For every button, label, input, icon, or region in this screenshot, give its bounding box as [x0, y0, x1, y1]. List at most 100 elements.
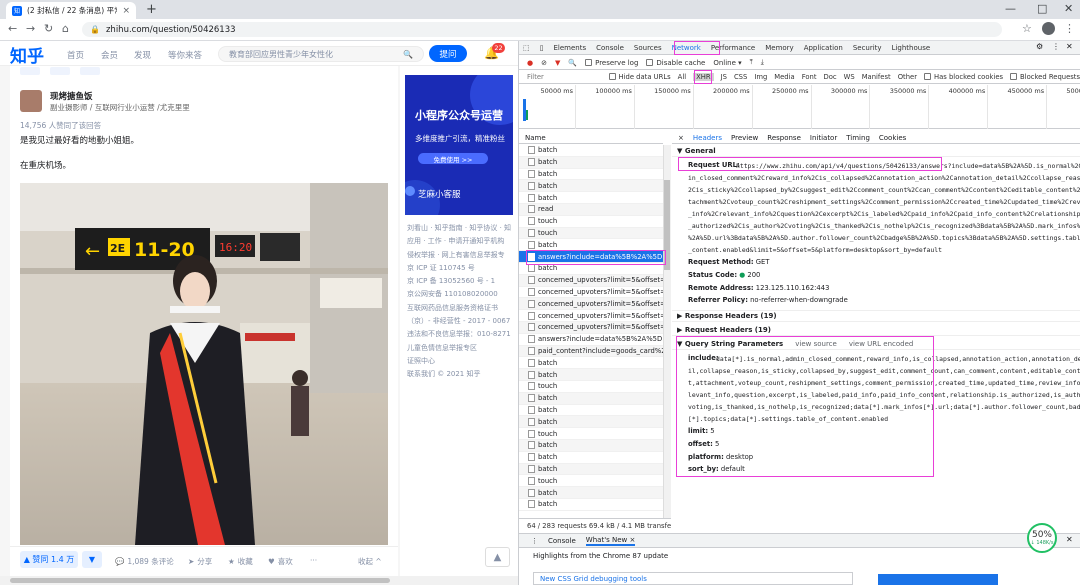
ad-button[interactable]: 免费使用 >>: [418, 153, 488, 164]
topic-tag[interactable]: [20, 67, 40, 75]
request-row[interactable]: touch: [519, 381, 663, 393]
profile-avatar[interactable]: [1042, 22, 1055, 35]
blocked-cookies-checkbox[interactable]: Has blocked cookies: [924, 73, 1003, 81]
request-row[interactable]: touch: [519, 216, 663, 228]
nav-discover[interactable]: 发现: [134, 49, 151, 61]
view-url-encoded-link[interactable]: view URL encoded: [849, 340, 914, 348]
detail-tab-initiator[interactable]: Initiator: [810, 134, 837, 142]
filter-icon[interactable]: ▼: [555, 59, 560, 67]
detail-tab-response[interactable]: Response: [767, 134, 801, 142]
request-row[interactable]: batch: [519, 487, 663, 499]
request-row[interactable]: batch: [519, 499, 663, 511]
query-string-section[interactable]: ▼ Query String Parameters view source vi…: [672, 338, 1080, 350]
footer-line[interactable]: 刘看山 · 知乎指南 · 知乎协议 · 知: [407, 222, 517, 235]
more-button[interactable]: ···: [310, 556, 317, 565]
record-icon[interactable]: ●: [527, 59, 533, 67]
tab-network[interactable]: Network: [672, 44, 701, 52]
hide-data-urls-checkbox[interactable]: Hide data URLs: [608, 73, 671, 81]
device-toggle-icon[interactable]: ▯: [540, 44, 544, 52]
request-row[interactable]: batch: [519, 180, 663, 193]
footer-line[interactable]: （京）- 非经营性 - 2017 - 0067: [407, 315, 517, 328]
request-row[interactable]: batch: [519, 405, 663, 417]
answer-photo[interactable]: ← 2E 11-20 16:20: [20, 183, 388, 545]
request-row[interactable]: touch: [519, 475, 663, 488]
footer-line[interactable]: 违法和不良信息举报：010-8271: [407, 328, 517, 341]
blocked-requests-checkbox[interactable]: Blocked Requests: [1010, 73, 1080, 81]
forward-icon[interactable]: →: [26, 22, 35, 35]
import-icon[interactable]: ⤒: [750, 58, 753, 67]
inspect-icon[interactable]: ⬚: [523, 44, 530, 52]
request-row[interactable]: batch: [519, 416, 663, 429]
request-list-header[interactable]: Name: [519, 132, 663, 144]
browser-tab[interactable]: 知 (2 封私信 / 22 条消息) 平常人怎… ×: [6, 2, 136, 19]
type-other[interactable]: Other: [898, 73, 917, 81]
request-list-scrollbar-thumb[interactable]: [664, 180, 670, 270]
request-row[interactable]: batch: [519, 452, 663, 464]
collect-button[interactable]: ★ 收藏: [228, 556, 253, 567]
devtools-close-icon[interactable]: ✕: [1066, 42, 1073, 51]
export-icon[interactable]: ⤓: [761, 58, 764, 67]
ask-button[interactable]: 提问: [429, 45, 467, 62]
drawer-menu-icon[interactable]: ⋮: [531, 537, 538, 545]
drawer-close-icon[interactable]: ✕: [1066, 535, 1073, 544]
tab-security[interactable]: Security: [853, 44, 882, 52]
type-all[interactable]: All: [678, 73, 686, 81]
zhihu-logo[interactable]: 知乎: [10, 42, 44, 67]
request-row[interactable]: answers?include=data%5B%2A%5D.is_nor: [519, 334, 663, 346]
request-row[interactable]: paid_content?include=goods_card%2Cbtn: [519, 345, 663, 358]
tab-sources[interactable]: Sources: [634, 44, 662, 52]
view-source-link[interactable]: view source: [795, 340, 837, 348]
request-row[interactable]: batch: [519, 192, 663, 204]
type-js[interactable]: JS: [721, 73, 727, 81]
type-xhr[interactable]: XHR: [693, 73, 714, 81]
request-row[interactable]: read: [519, 203, 663, 216]
maximize-button[interactable]: □: [1037, 2, 1047, 15]
detail-tab-headers[interactable]: Headers: [693, 134, 722, 142]
comment-button[interactable]: 💬 1,089 条评论: [115, 556, 174, 567]
request-row[interactable]: concerned_upvoters?limit=5&offset=0: [519, 274, 663, 287]
request-row[interactable]: batch: [519, 263, 663, 275]
close-window-button[interactable]: ✕: [1064, 2, 1073, 15]
type-css[interactable]: CSS: [734, 73, 747, 81]
bookmark-star-icon[interactable]: ☆: [1022, 22, 1032, 35]
drawer-tab-console[interactable]: Console: [548, 537, 576, 545]
type-manifest[interactable]: Manifest: [862, 73, 891, 81]
footer-line[interactable]: 京 ICP 证 110745 号: [407, 262, 517, 275]
type-img[interactable]: Img: [754, 73, 767, 81]
reload-icon[interactable]: ↻: [44, 22, 53, 35]
back-icon[interactable]: ←: [8, 22, 17, 35]
tab-performance[interactable]: Performance: [711, 44, 755, 52]
footer-line[interactable]: 侵权举报 · 网上有害信息举报专: [407, 249, 517, 262]
tab-memory[interactable]: Memory: [765, 44, 793, 52]
home-icon[interactable]: ⌂: [62, 22, 69, 35]
tab-lighthouse[interactable]: Lighthouse: [892, 44, 931, 52]
request-row[interactable]: concerned_upvoters?limit=5&offset=0: [519, 310, 663, 322]
request-row[interactable]: touch: [519, 227, 663, 240]
new-tab-button[interactable]: +: [146, 2, 157, 17]
request-row[interactable]: answers?include=data%5B%2A%5D.is_nor: [519, 251, 663, 263]
clear-icon[interactable]: ⊘: [541, 59, 547, 67]
search-input[interactable]: 教育部回应男性青少年女性化 🔍: [218, 46, 424, 62]
request-row[interactable]: batch: [519, 145, 663, 157]
throttle-select[interactable]: Online ▾: [713, 59, 741, 67]
nav-vip[interactable]: 会员: [101, 49, 118, 61]
request-row[interactable]: batch: [519, 357, 663, 370]
preserve-log-checkbox[interactable]: Preserve log: [585, 58, 638, 67]
omnibox[interactable]: 🔒 zhihu.com/question/50426133: [82, 22, 1002, 37]
footer-line[interactable]: 互联网药品信息服务资格证书: [407, 302, 517, 315]
request-row[interactable]: batch: [519, 392, 663, 405]
share-button[interactable]: ➤ 分享: [188, 556, 212, 567]
disable-cache-checkbox[interactable]: Disable cache: [646, 58, 705, 67]
footer-line[interactable]: 京 ICP 备 13052560 号 - 1: [407, 275, 517, 288]
nav-waiting[interactable]: 等你来答: [168, 49, 202, 61]
minimize-button[interactable]: —: [1005, 2, 1016, 15]
search-icon[interactable]: 🔍: [403, 50, 413, 59]
scroll-to-top-button[interactable]: ▲: [485, 547, 510, 567]
detail-tab-cookies[interactable]: Cookies: [879, 134, 906, 142]
whats-new-card[interactable]: New CSS Grid debugging tools: [533, 572, 853, 585]
devtools-menu-icon[interactable]: ⋮: [1052, 42, 1060, 51]
detail-tab-timing[interactable]: Timing: [846, 134, 870, 142]
vote-up-button[interactable]: ▲ 赞同 1.4 万: [20, 551, 78, 568]
request-row[interactable]: concerned_upvoters?limit=5&offset=0: [519, 287, 663, 299]
tab-close-icon[interactable]: ×: [122, 6, 130, 16]
